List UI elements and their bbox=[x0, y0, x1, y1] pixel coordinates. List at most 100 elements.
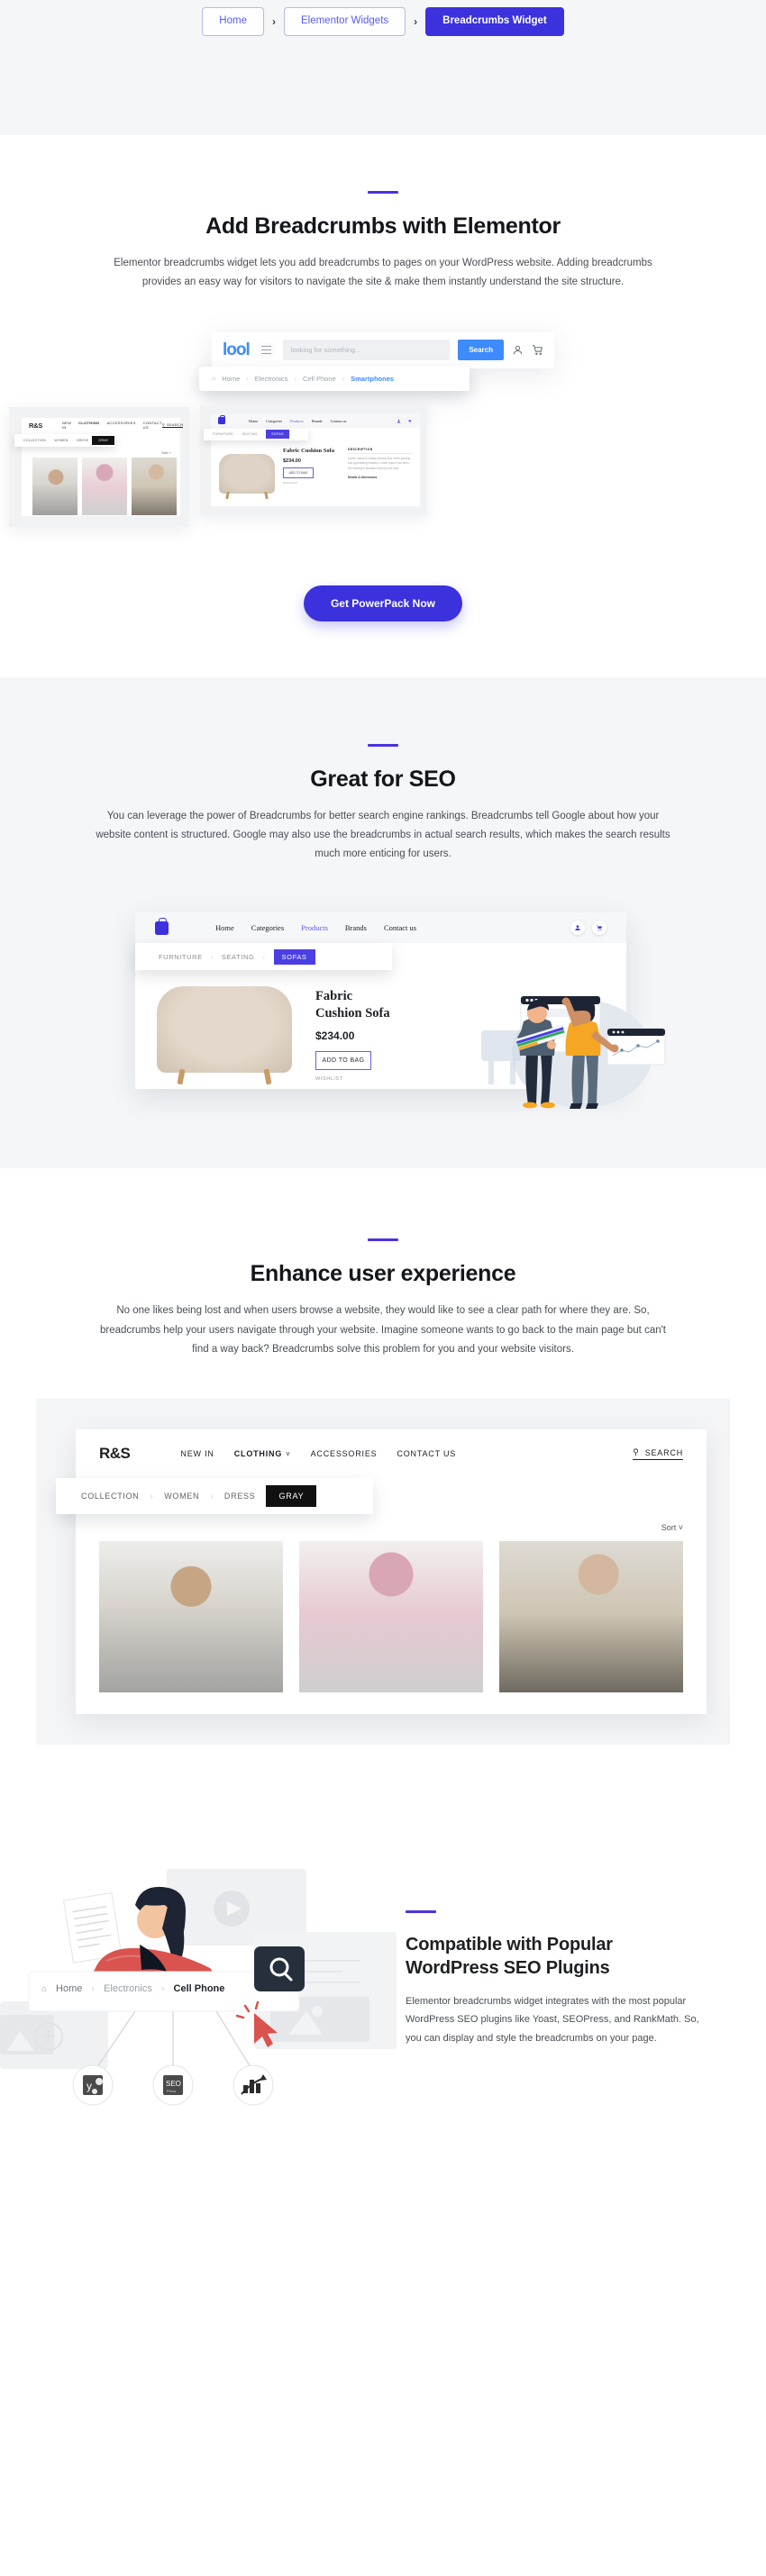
nav-item-home[interactable]: Home bbox=[249, 419, 258, 423]
nav-item-brands[interactable]: Brands bbox=[312, 419, 323, 423]
rs-header: R&S NEW IN CLOTHING ACCESSORIES CONTACT … bbox=[22, 418, 184, 433]
ux-breadcrumb: COLLECTION › WOMEN › DRESS GRAY bbox=[56, 1478, 373, 1515]
section-add-breadcrumbs: Add Breadcrumbs with Elementor Elementor… bbox=[0, 135, 766, 677]
user-account-icon[interactable] bbox=[395, 417, 402, 425]
breadcrumb-item-collection[interactable]: COLLECTION bbox=[81, 1492, 140, 1501]
product-photo[interactable] bbox=[82, 457, 127, 515]
accent-divider bbox=[368, 1238, 398, 1242]
breadcrumb-item-seating[interactable]: SEATING bbox=[242, 432, 257, 436]
nav-item-home[interactable]: Home bbox=[215, 923, 234, 932]
breadcrumb-item-elementor-widgets[interactable]: Elementor Widgets bbox=[283, 7, 406, 36]
product-photo[interactable] bbox=[132, 457, 177, 515]
breadcrumb-item-breadcrumbs-widget[interactable]: Breadcrumbs Widget bbox=[425, 7, 564, 36]
nav-item-clothing[interactable]: CLOTHING bbox=[234, 1449, 282, 1458]
nav-item-categories[interactable]: Categories bbox=[266, 419, 282, 423]
get-powerpack-now-button[interactable]: Get PowerPack Now bbox=[303, 585, 463, 621]
search-label: SEARCH bbox=[644, 1447, 683, 1457]
search-label: SEARCH bbox=[166, 422, 184, 428]
breadcrumb-item-home[interactable]: Home bbox=[56, 1983, 82, 1994]
search-button-tile bbox=[254, 1946, 305, 1992]
breadcrumb-item-cell-phone[interactable]: Cell Phone bbox=[174, 1983, 225, 1994]
chevron-right-icon: › bbox=[71, 438, 73, 442]
nav-item-brands[interactable]: Brands bbox=[345, 923, 367, 932]
product-price: $234.00 bbox=[315, 1029, 355, 1043]
sort-dropdown[interactable]: Sort ˅ bbox=[661, 1523, 683, 1532]
product-image-sofa bbox=[157, 986, 292, 1074]
breadcrumb-item-women[interactable]: WOMEN bbox=[54, 439, 68, 442]
breadcrumb-item-dress[interactable]: DRESS bbox=[224, 1492, 256, 1501]
nav-item-contact-us[interactable]: Contact us bbox=[331, 419, 347, 423]
chevron-right-icon: › bbox=[342, 374, 345, 383]
breadcrumb-item-women[interactable]: WOMEN bbox=[164, 1492, 199, 1501]
chevron-right-icon: › bbox=[160, 1983, 165, 1995]
nav-item-contact-us[interactable]: Contact us bbox=[384, 923, 416, 932]
breadcrumb-item-cell-phone[interactable]: Cell Phone bbox=[303, 375, 336, 383]
nav-item-contact-us[interactable]: CONTACT US bbox=[143, 421, 162, 430]
add-to-bag-button[interactable]: ADD TO BAG bbox=[283, 467, 314, 478]
nav-item-categories[interactable]: Categories bbox=[251, 923, 284, 932]
breadcrumb-item-dress[interactable]: DRESS bbox=[77, 439, 88, 442]
shopping-cart-icon[interactable] bbox=[532, 344, 543, 356]
product-photo[interactable] bbox=[499, 1541, 683, 1693]
product-photo[interactable] bbox=[299, 1541, 483, 1693]
breadcrumb-item-smartphones[interactable]: Smartphones bbox=[351, 375, 394, 383]
nav-item-products[interactable]: Products bbox=[301, 923, 328, 932]
accent-divider bbox=[368, 191, 398, 194]
shopping-cart-icon[interactable] bbox=[406, 417, 413, 425]
section-title-line2: WordPress SEO Plugins bbox=[406, 1958, 610, 1979]
breadcrumb-item-collection[interactable]: COLLECTION bbox=[23, 439, 46, 442]
breadcrumb-item-electronics[interactable]: Electronics bbox=[255, 375, 288, 383]
rs-store-mockup: R&S NEW IN CLOTHING ACCESSORIES CONTACT … bbox=[9, 406, 189, 527]
rs-logo: R&S bbox=[29, 421, 42, 430]
chevron-right-icon: › bbox=[246, 374, 249, 383]
breadcrumb: Home › Elementor Widgets › Breadcrumbs W… bbox=[202, 7, 564, 36]
breadcrumb-item-home[interactable]: Home bbox=[202, 7, 264, 36]
hamburger-menu-icon[interactable] bbox=[257, 342, 275, 358]
breadcrumb-item-gray[interactable]: GRAY bbox=[92, 435, 115, 445]
nav-item-accessories[interactable]: ACCESSORIES bbox=[311, 1449, 378, 1458]
search-button[interactable]: ⚲ SEARCH bbox=[161, 422, 184, 429]
breadcrumb-item-gray[interactable]: GRAY bbox=[266, 1485, 317, 1508]
chevron-right-icon: › bbox=[150, 1492, 154, 1501]
search-button[interactable]: ⚲ SEARCH bbox=[633, 1447, 683, 1461]
svg-text:y: y bbox=[87, 2080, 92, 2092]
nav-item-contact-us[interactable]: CONTACT US bbox=[397, 1449, 456, 1458]
search-input[interactable]: looking for something... bbox=[282, 340, 451, 361]
search-button[interactable]: Search bbox=[458, 340, 504, 361]
shopping-cart-icon[interactable] bbox=[592, 921, 606, 936]
nav-item-new-in[interactable]: NEW IN bbox=[180, 1449, 214, 1458]
nav-item-accessories[interactable]: ACCESSORIES bbox=[106, 421, 135, 430]
lool-store-mockup: lool looking for something... Search ⌂ H… bbox=[199, 331, 554, 391]
breadcrumb-item-furniture[interactable]: FURNITURE bbox=[213, 432, 233, 436]
search-icon: ⚲ bbox=[633, 1447, 640, 1457]
rs-logo: R&S bbox=[99, 1445, 131, 1463]
plugins-copy: Compatible with Popular WordPress SEO Pl… bbox=[406, 1910, 730, 2047]
nav-item-new-in[interactable]: NEW IN bbox=[62, 421, 71, 430]
breadcrumb-item-sofas[interactable]: SOFAS bbox=[273, 948, 315, 965]
chevron-right-icon: › bbox=[294, 374, 296, 383]
description-heading: DESCRIPTION bbox=[348, 448, 412, 454]
wishlist-link[interactable]: WISHLIST bbox=[315, 1076, 424, 1082]
chevron-right-icon: › bbox=[414, 14, 418, 28]
breadcrumb-item-electronics[interactable]: Electronics bbox=[104, 1983, 152, 1994]
user-account-icon[interactable] bbox=[512, 344, 524, 356]
add-to-bag-button[interactable]: ADD TO BAG bbox=[315, 1051, 371, 1071]
sort-dropdown[interactable]: Sort ˅ bbox=[161, 450, 171, 455]
details-dimensions-link[interactable]: Details & dimensions bbox=[348, 476, 412, 479]
breadcrumb-item-furniture[interactable]: FURNITURE bbox=[159, 953, 203, 961]
plugins-illustration-container: y SEO Press ⌂ Home › Electronics › Cell … bbox=[0, 1835, 406, 2123]
user-account-icon[interactable] bbox=[570, 921, 585, 936]
product-photo[interactable] bbox=[32, 457, 78, 515]
nav-item-clothing[interactable]: CLOTHING bbox=[78, 421, 99, 430]
section-compatible-seo-plugins: y SEO Press ⌂ Home › Electronics › Cell … bbox=[0, 1804, 766, 2133]
store-header: R&S NEW IN CLOTHING ˅ ACCESSORIES CONTAC… bbox=[76, 1429, 707, 1478]
product-photo[interactable] bbox=[99, 1541, 283, 1693]
wishlist-link[interactable]: WISHLIST bbox=[283, 481, 339, 485]
breadcrumb-item-seating[interactable]: SEATING bbox=[222, 953, 255, 961]
lool-header: lool looking for something... Search bbox=[212, 331, 554, 368]
nav-item-products[interactable]: Products bbox=[290, 419, 304, 423]
breadcrumb-item-sofas[interactable]: SOFAS bbox=[266, 430, 289, 440]
breadcrumb-item-home[interactable]: Home bbox=[222, 375, 240, 383]
accent-divider bbox=[368, 743, 398, 747]
home-icon: ⌂ bbox=[212, 375, 216, 382]
